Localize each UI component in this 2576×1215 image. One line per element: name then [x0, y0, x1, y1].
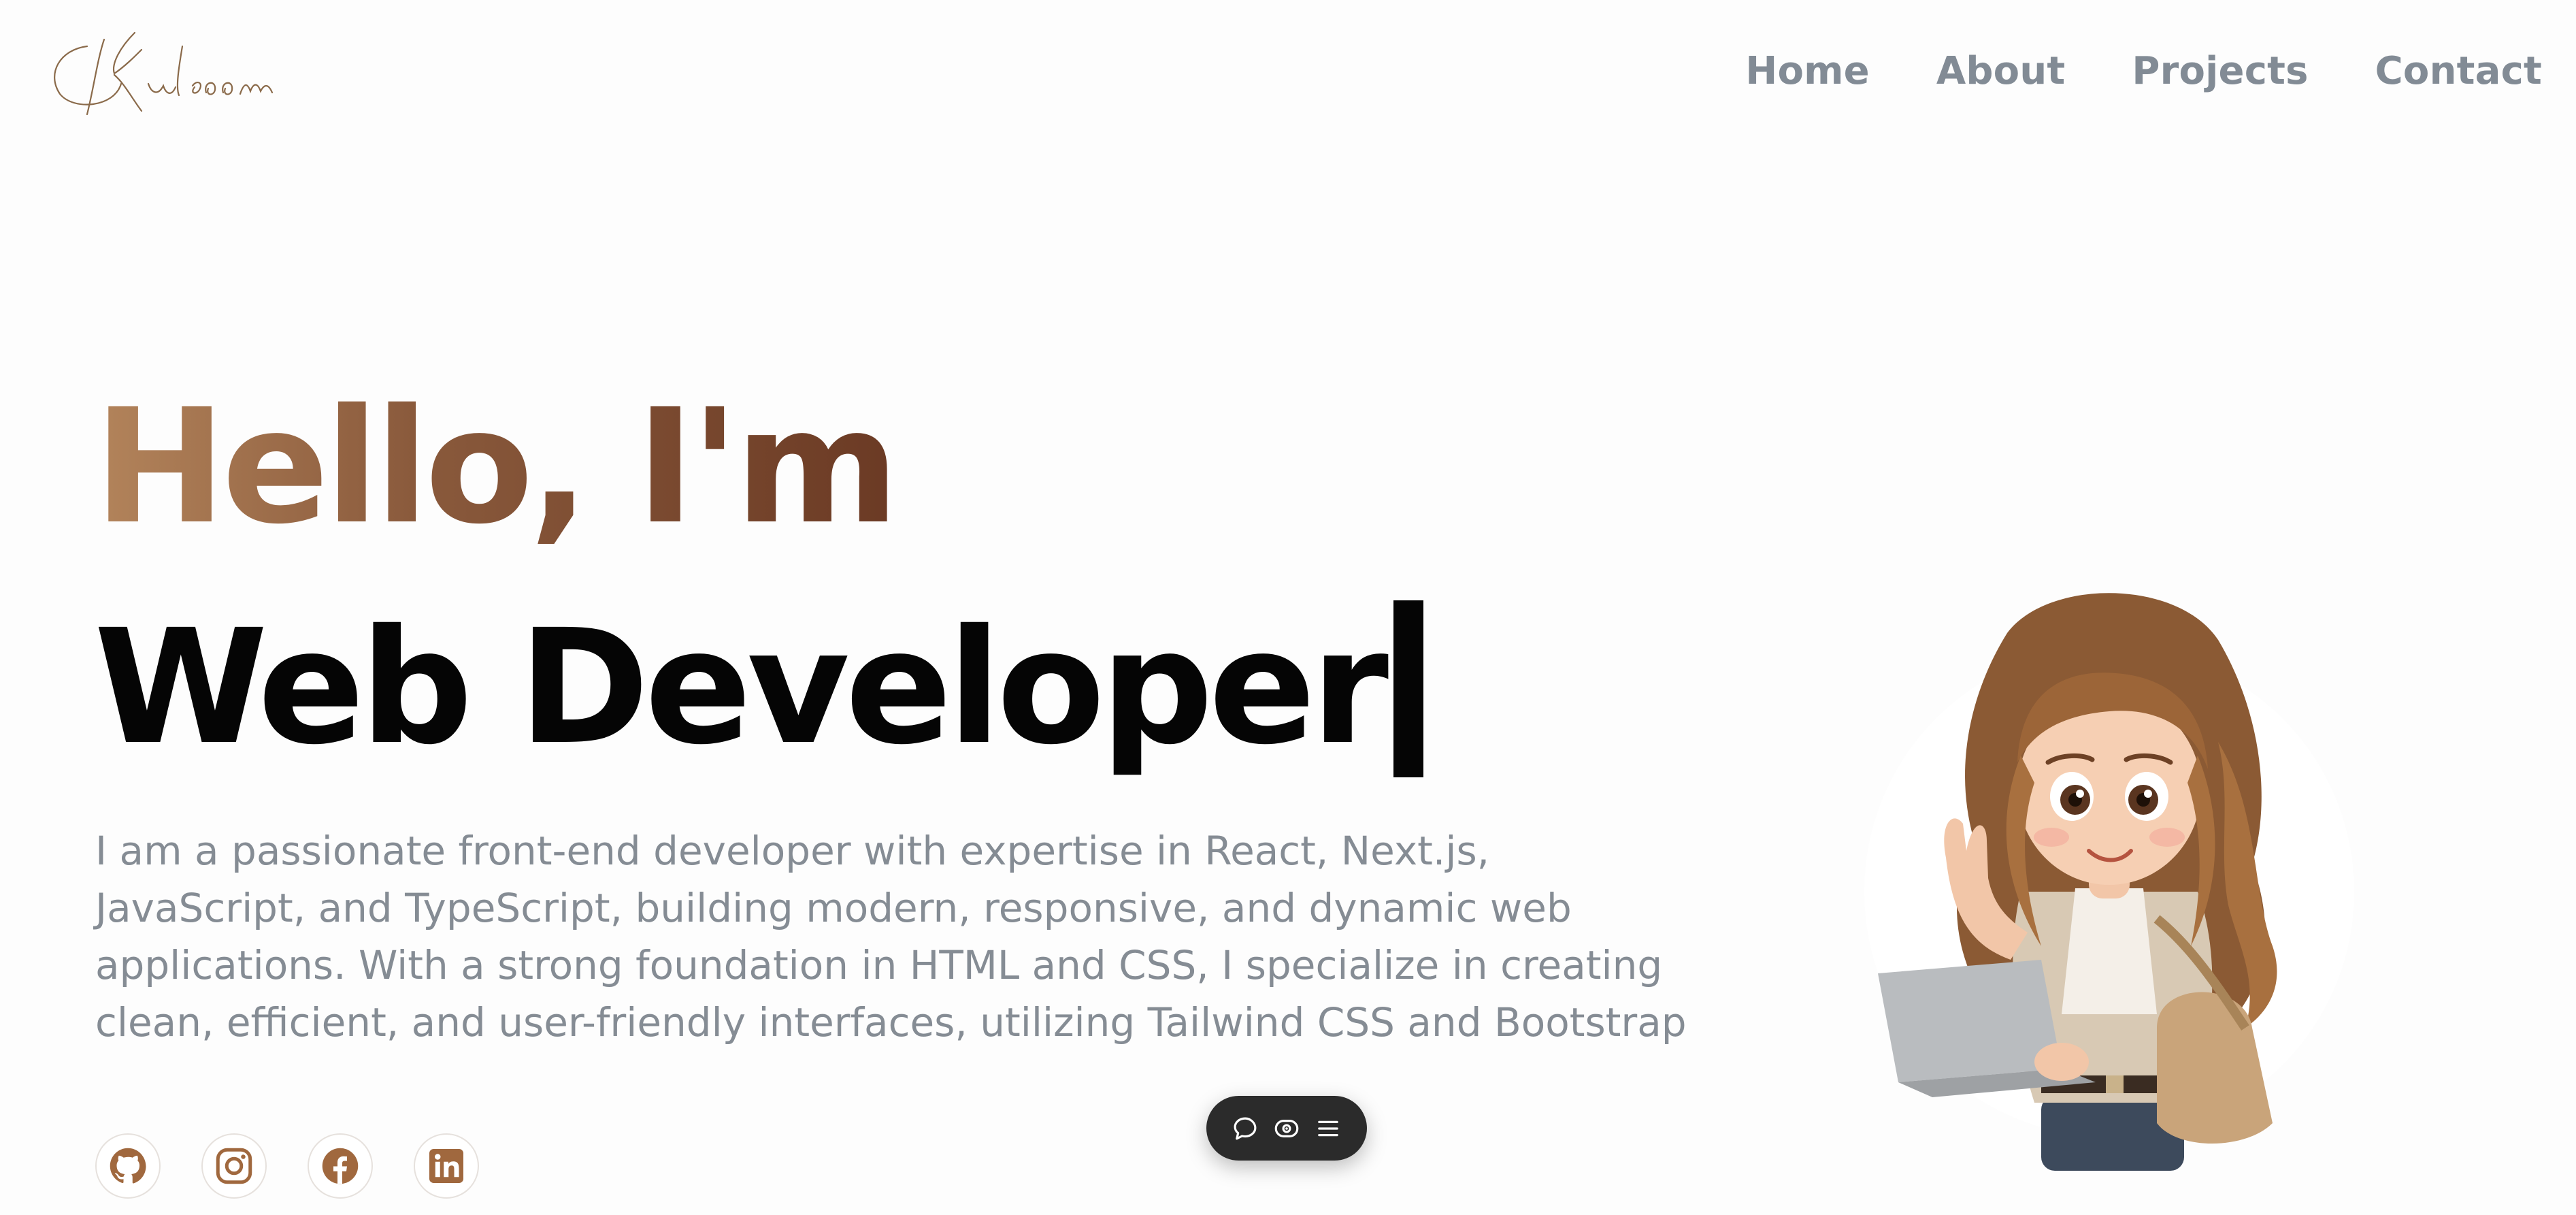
- menu-icon: [1318, 1120, 1339, 1136]
- social-links: [95, 1133, 479, 1199]
- comment-icon: [1234, 1117, 1257, 1139]
- linkedin-icon: [429, 1149, 463, 1183]
- preview-button[interactable]: [1270, 1112, 1304, 1146]
- facebook-icon: [322, 1148, 359, 1184]
- nav-home[interactable]: Home: [1745, 49, 1869, 93]
- instagram-link[interactable]: [201, 1133, 267, 1199]
- hero-role: Web Developer: [94, 596, 1424, 779]
- nav-projects[interactable]: Projects: [2132, 49, 2308, 93]
- hero-intro: I am a passionate front-end developer wi…: [95, 828, 1687, 1046]
- linkedin-link[interactable]: [414, 1133, 479, 1199]
- facebook-link[interactable]: [308, 1133, 373, 1199]
- hero-illustration: [1864, 593, 2354, 1171]
- instagram-icon: [216, 1148, 252, 1184]
- main-nav: Home About Projects Contact: [1745, 49, 2542, 93]
- portfolio-page: Home About Projects Contact Hello, I'm W…: [0, 0, 2576, 1215]
- preview-icon: [1274, 1119, 1299, 1137]
- github-icon: [110, 1148, 146, 1184]
- nav-contact[interactable]: Contact: [2375, 49, 2542, 93]
- typing-cursor: [1393, 600, 1424, 777]
- menu-button[interactable]: [1311, 1112, 1345, 1146]
- hero-role-text: Web Developer: [94, 596, 1389, 779]
- nav-about[interactable]: About: [1936, 49, 2066, 93]
- logo-signature[interactable]: [39, 19, 278, 121]
- hero-greeting: Hello, I'm: [94, 375, 899, 559]
- comment-button[interactable]: [1228, 1112, 1262, 1146]
- github-link[interactable]: [95, 1133, 161, 1199]
- floating-toolbar: [1206, 1096, 1367, 1161]
